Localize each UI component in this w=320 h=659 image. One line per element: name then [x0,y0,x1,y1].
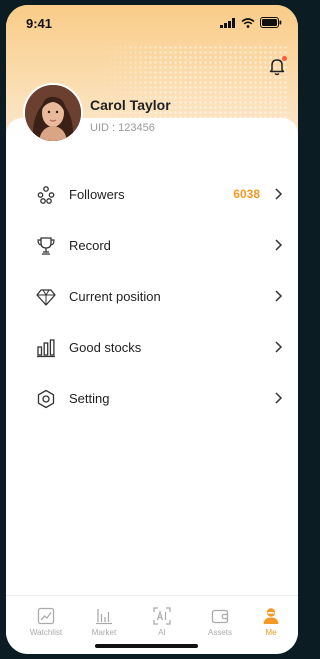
tab-watchlist-label: Watchlist [29,628,63,637]
home-indicator[interactable] [95,644,198,648]
chevron-right-icon [275,239,283,251]
menu-item-setting[interactable]: Setting [6,374,298,425]
chevron-right-icon [275,188,283,200]
tab-market-label: Market [91,628,117,637]
menu-item-good-stocks[interactable]: Good stocks [6,323,298,374]
ai-scan-icon [153,607,171,625]
menu-item-followers[interactable]: Followers 6038 [6,170,298,221]
followers-count: 6038 [233,187,260,201]
menu-item-record[interactable]: Record [6,221,298,272]
trophy-icon [37,237,55,255]
battery-icon [260,17,282,28]
tab-assets-label: Assets [207,628,232,637]
tab-watchlist[interactable]: Watchlist [21,606,71,637]
notification-dot [282,56,287,61]
phone-screen: 9:41 Carol Taylor UID: 123456 Followers… [6,5,298,654]
profile-name: Carol Taylor [90,97,171,113]
record-label: Record [69,238,111,253]
diamond-icon [36,289,56,306]
followers-label: Followers [69,187,125,202]
tab-me[interactable]: Me [246,606,296,637]
person-icon [263,608,279,624]
status-time: 9:41 [26,16,53,31]
tab-market[interactable]: Market [79,606,129,637]
chart-square-icon [37,607,55,625]
wifi-icon [241,17,255,28]
chevron-right-icon [275,341,283,353]
hexagon-settings-icon [37,389,55,409]
setting-label: Setting [69,391,110,406]
chevron-right-icon [275,290,283,302]
tab-ai-label: AI [158,628,166,637]
profile-uid: UID : 123456 [90,122,155,134]
profile-menu: Followers 6038 Record Current position G… [6,170,298,425]
status-bar: 9:41 [6,5,298,39]
status-icons [220,17,282,28]
tab-me-label: Me [265,628,277,637]
chevron-right-icon [275,392,283,404]
tab-ai[interactable]: AI [137,606,187,637]
bar-chart-icon [37,339,55,358]
menu-item-current-position[interactable]: Current position [6,272,298,323]
avatar[interactable] [23,83,83,143]
current-position-label: Current position [69,289,161,304]
wallet-icon [211,609,229,624]
signal-icon [220,17,235,28]
tab-assets[interactable]: Assets [195,606,245,637]
notification-bell-icon[interactable] [266,55,288,77]
followers-icon [37,186,55,204]
good-stocks-label: Good stocks [69,340,142,355]
market-bars-icon [96,609,112,625]
